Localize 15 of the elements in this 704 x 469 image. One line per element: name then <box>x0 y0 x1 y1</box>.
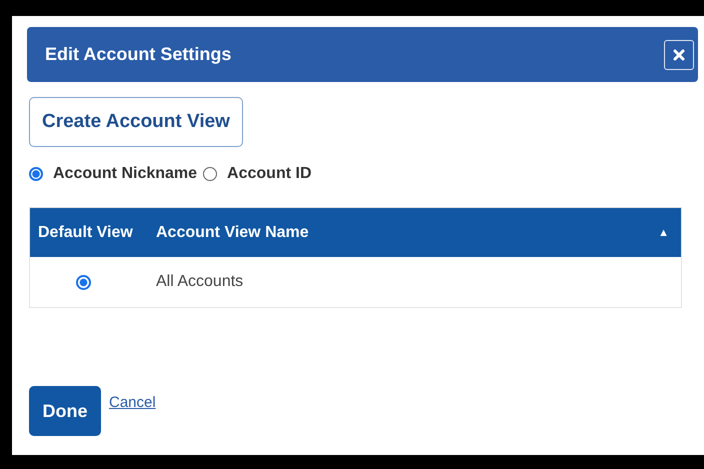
close-button[interactable] <box>664 40 694 70</box>
cancel-link[interactable]: Cancel <box>109 394 156 411</box>
column-header[interactable]: Account View Name <box>156 224 658 242</box>
sort-indicator[interactable]: ▲ <box>658 226 681 238</box>
column-header[interactable]: Default View <box>30 224 156 242</box>
create-account-view-button[interactable]: Create Account View <box>29 97 243 147</box>
close-icon <box>672 48 686 62</box>
radio-label[interactable]: Account Nickname <box>53 165 198 183</box>
radio-button[interactable] <box>76 274 90 290</box>
radio-label[interactable]: Account ID <box>227 165 312 183</box>
dialog-title: Edit Account Settings <box>45 44 232 65</box>
radio-button[interactable] <box>203 167 218 181</box>
table-cell-text: All Accounts <box>156 273 244 291</box>
done-button[interactable]: Done <box>29 386 101 436</box>
radio-button[interactable] <box>29 167 43 181</box>
